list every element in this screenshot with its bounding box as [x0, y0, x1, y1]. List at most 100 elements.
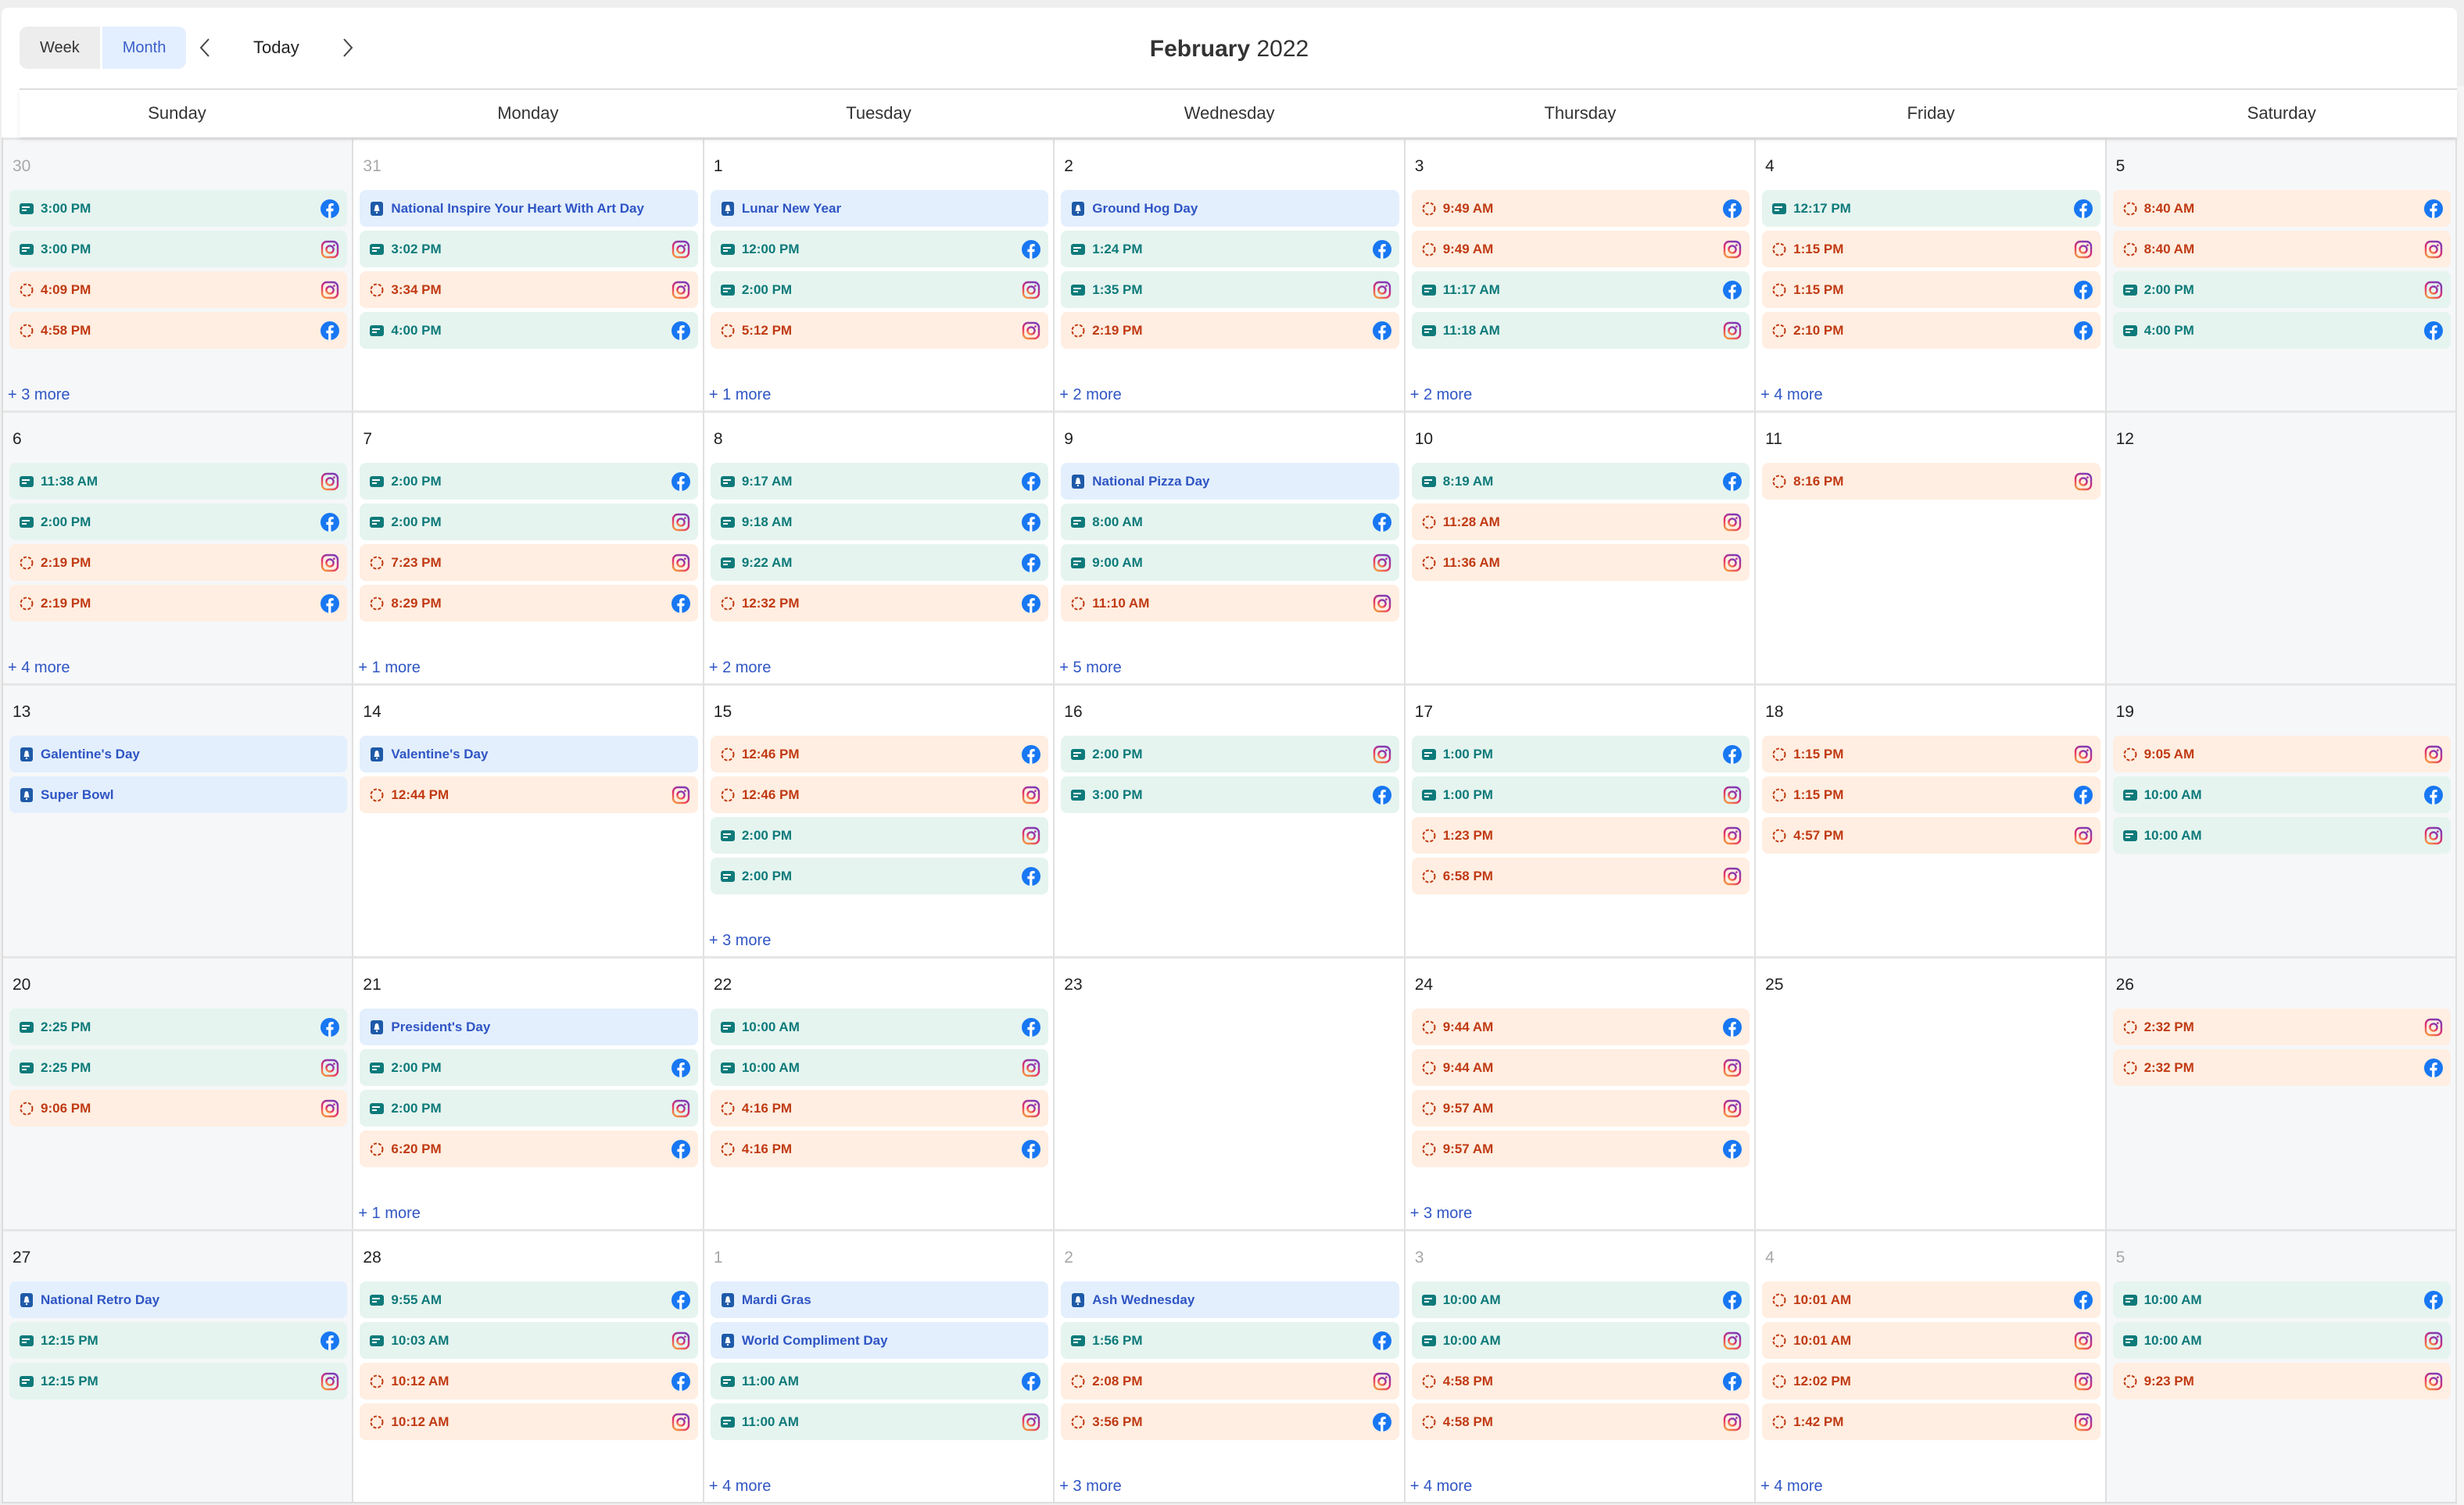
day-cell[interactable]: 20 2:25 PM 2:25 PM 9:06 PM [3, 956, 354, 1229]
show-more-link[interactable]: + 4 more [1760, 386, 1822, 404]
pending-post-event[interactable]: 4:16 PM [710, 1131, 1049, 1167]
day-cell[interactable]: 19 9:05 AM 10:00 AM 10:00 AM [2106, 683, 2457, 956]
holiday-event[interactable]: World Compliment Day [710, 1322, 1049, 1359]
published-post-event[interactable]: 12:15 PM [9, 1322, 348, 1359]
pending-post-event[interactable]: 12:02 PM [1762, 1363, 2100, 1399]
day-cell[interactable]: 12 [2106, 410, 2457, 683]
day-cell[interactable]: 25 [1756, 956, 2107, 1229]
pending-post-event[interactable]: 10:12 AM [360, 1403, 698, 1440]
pending-post-event[interactable]: 4:58 PM [1411, 1403, 1750, 1440]
pending-post-event[interactable]: 9:49 AM [1411, 190, 1750, 227]
day-cell[interactable]: 24 9:44 AM 9:44 AM 9:57 AM 9:57 AM + 3 more [1405, 956, 1757, 1229]
published-post-event[interactable]: 1:00 PM [1411, 736, 1750, 772]
published-post-event[interactable]: 3:02 PM [360, 231, 698, 267]
day-cell[interactable]: 3 9:49 AM 9:49 AM 11:17 AM 11:18 AM + 2 more [1405, 138, 1757, 410]
show-more-link[interactable]: + 2 more [1059, 386, 1121, 404]
day-cell[interactable]: 13 Galentine's Day Super Bowl [3, 683, 354, 956]
published-post-event[interactable]: 9:17 AM [710, 463, 1049, 500]
pending-post-event[interactable]: 4:58 PM [9, 312, 348, 349]
published-post-event[interactable]: 12:17 PM [1762, 190, 2100, 227]
pending-post-event[interactable]: 2:08 PM [1061, 1363, 1399, 1399]
day-cell[interactable]: 7 2:00 PM 2:00 PM 7:23 PM 8:29 PM + 1 more [353, 410, 704, 683]
pending-post-event[interactable]: 2:32 PM [2112, 1049, 2451, 1086]
day-cell[interactable]: 3 10:00 AM 10:00 AM 4:58 PM 4:58 PM + 4 more [1405, 1229, 1757, 1502]
show-more-link[interactable]: + 4 more [1410, 1478, 1472, 1496]
pending-post-event[interactable]: 1:15 PM [1762, 776, 2100, 813]
published-post-event[interactable]: 10:00 AM [2112, 1281, 2451, 1318]
pending-post-event[interactable]: 1:15 PM [1762, 736, 2100, 772]
pending-post-event[interactable]: 12:46 PM [710, 776, 1049, 813]
published-post-event[interactable]: 9:00 AM [1061, 544, 1399, 581]
day-cell[interactable]: 2 Ground Hog Day 1:24 PM 1:35 PM 2:19 PM + 2 … [1055, 138, 1406, 410]
pending-post-event[interactable]: 2:19 PM [1061, 312, 1399, 349]
day-cell[interactable]: 16 2:00 PM 3:00 PM [1055, 683, 1406, 956]
pending-post-event[interactable]: 3:56 PM [1061, 1403, 1399, 1440]
day-cell[interactable]: 30 3:00 PM 3:00 PM 4:09 PM 4:58 PM + 3 more [3, 138, 354, 410]
pending-post-event[interactable]: 2:19 PM [9, 585, 348, 622]
published-post-event[interactable]: 1:00 PM [1411, 776, 1750, 813]
pending-post-event[interactable]: 3:34 PM [360, 271, 698, 308]
pending-post-event[interactable]: 10:12 AM [360, 1363, 698, 1399]
day-cell[interactable]: 23 [1055, 956, 1406, 1229]
show-more-link[interactable]: + 1 more [358, 1205, 420, 1223]
show-more-link[interactable]: + 1 more [358, 659, 420, 677]
pending-post-event[interactable]: 9:57 AM [1411, 1131, 1750, 1167]
day-cell[interactable]: 5 10:00 AM 10:00 AM 9:23 PM [2106, 1229, 2457, 1502]
show-more-link[interactable]: + 4 more [709, 1478, 771, 1496]
show-more-link[interactable]: + 3 more [709, 932, 771, 950]
pending-post-event[interactable]: 9:06 PM [9, 1090, 348, 1127]
pending-post-event[interactable]: 6:20 PM [360, 1131, 698, 1167]
pending-post-event[interactable]: 2:10 PM [1762, 312, 2100, 349]
published-post-event[interactable]: 11:00 AM [710, 1363, 1049, 1399]
day-cell[interactable]: 2 Ash Wednesday 1:56 PM 2:08 PM 3:56 PM + 3 m… [1055, 1229, 1406, 1502]
pending-post-event[interactable]: 9:44 AM [1411, 1049, 1750, 1086]
published-post-event[interactable]: 11:17 AM [1411, 271, 1750, 308]
published-post-event[interactable]: 10:00 AM [710, 1009, 1049, 1045]
day-cell[interactable]: 15 12:46 PM 12:46 PM 2:00 PM 2:00 PM + 3 more [704, 683, 1055, 956]
day-cell[interactable]: 4 12:17 PM 1:15 PM 1:15 PM 2:10 PM + 4 more [1756, 138, 2107, 410]
published-post-event[interactable]: 10:00 AM [1411, 1281, 1750, 1318]
published-post-event[interactable]: 2:00 PM [1061, 736, 1399, 772]
pending-post-event[interactable]: 10:01 AM [1762, 1281, 2100, 1318]
holiday-event[interactable]: National Retro Day [9, 1281, 348, 1318]
pending-post-event[interactable]: 4:58 PM [1411, 1363, 1750, 1399]
published-post-event[interactable]: 2:00 PM [9, 503, 348, 540]
holiday-event[interactable]: Ash Wednesday [1061, 1281, 1399, 1318]
pending-post-event[interactable]: 9:05 AM [2112, 736, 2451, 772]
pending-post-event[interactable]: 8:40 AM [2112, 231, 2451, 267]
pending-post-event[interactable]: 2:32 PM [2112, 1009, 2451, 1045]
pending-post-event[interactable]: 8:40 AM [2112, 190, 2451, 227]
day-cell[interactable]: 11 8:16 PM [1756, 410, 2107, 683]
show-more-link[interactable]: + 2 more [709, 659, 771, 677]
show-more-link[interactable]: + 3 more [8, 386, 70, 404]
published-post-event[interactable]: 3:00 PM [9, 190, 348, 227]
published-post-event[interactable]: 4:00 PM [360, 312, 698, 349]
pending-post-event[interactable]: 4:57 PM [1762, 817, 2100, 854]
day-cell[interactable]: 1 Lunar New Year 12:00 PM 2:00 PM 5:12 PM + 1… [704, 138, 1055, 410]
pending-post-event[interactable]: 12:46 PM [710, 736, 1049, 772]
published-post-event[interactable]: 2:00 PM [710, 858, 1049, 894]
pending-post-event[interactable]: 12:44 PM [360, 776, 698, 813]
holiday-event[interactable]: Ground Hog Day [1061, 190, 1399, 227]
pending-post-event[interactable]: 2:19 PM [9, 544, 348, 581]
pending-post-event[interactable]: 1:15 PM [1762, 271, 2100, 308]
day-cell[interactable]: 26 2:32 PM 2:32 PM [2106, 956, 2457, 1229]
show-more-link[interactable]: + 4 more [8, 659, 70, 677]
day-cell[interactable]: 28 9:55 AM 10:03 AM 10:12 AM 10:12 AM [353, 1229, 704, 1502]
show-more-link[interactable]: + 4 more [1760, 1478, 1822, 1496]
show-more-link[interactable]: + 3 more [1410, 1205, 1472, 1223]
published-post-event[interactable]: 12:00 PM [710, 231, 1049, 267]
pending-post-event[interactable]: 7:23 PM [360, 544, 698, 581]
published-post-event[interactable]: 2:25 PM [9, 1009, 348, 1045]
day-cell[interactable]: 27 National Retro Day 12:15 PM 12:15 PM [3, 1229, 354, 1502]
published-post-event[interactable]: 2:00 PM [360, 503, 698, 540]
day-cell[interactable]: 1 Mardi Gras World Compliment Day 11:00 AM 1… [704, 1229, 1055, 1502]
published-post-event[interactable]: 4:00 PM [2112, 312, 2451, 349]
published-post-event[interactable]: 10:00 AM [2112, 817, 2451, 854]
pending-post-event[interactable]: 8:16 PM [1762, 463, 2100, 500]
day-cell[interactable]: 21 President's Day 2:00 PM 2:00 PM 6:20 PM + … [353, 956, 704, 1229]
show-more-link[interactable]: + 5 more [1059, 659, 1121, 677]
published-post-event[interactable]: 2:00 PM [360, 1090, 698, 1127]
published-post-event[interactable]: 3:00 PM [9, 231, 348, 267]
day-cell[interactable]: 4 10:01 AM 10:01 AM 12:02 PM 1:42 PM + 4 more [1756, 1229, 2107, 1502]
